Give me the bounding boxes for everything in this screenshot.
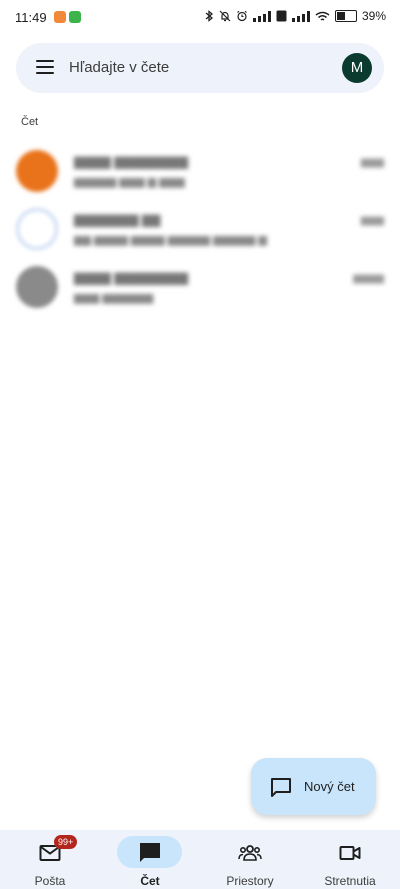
tab-meet[interactable]: Stretnutia — [300, 830, 400, 889]
video-camera-icon — [339, 846, 361, 860]
chat-preview: ▆▆▆▆▆ ▆▆▆ ▆ ▆▆▆ — [74, 176, 185, 188]
alarm-icon — [237, 10, 247, 22]
tab-chat[interactable]: Čet — [100, 830, 200, 889]
chat-name: ▇▇▇▇ ▇▇▇▇▇▇▇▇ — [74, 271, 189, 285]
notification-icon — [69, 11, 81, 23]
avatar — [16, 266, 58, 308]
avatar — [16, 150, 58, 192]
bluetooth-icon — [205, 10, 213, 22]
list-item[interactable]: ▇▇▇▇▇▇▇ ▇▇ ▆▆ ▆▆▆▆ ▆▆▆▆ ▆▆▆▆▆ ▆▆▆▆▆ ▆ ▆▆… — [0, 203, 400, 261]
chat-time: ▆▆▆ — [360, 215, 384, 226]
tab-meet-label: Stretnutia — [324, 874, 376, 888]
chat-name: ▇▇▇▇ ▇▇▇▇▇▇▇▇ — [74, 155, 189, 169]
battery-icon — [334, 10, 357, 22]
new-chat-button[interactable]: Nový čet — [251, 758, 376, 815]
chat-time: ▆▆▆ — [360, 157, 384, 168]
bottom-nav: 99+ Pošta Čet Priestory Stretnutia — [0, 830, 400, 889]
signal-icon — [291, 10, 310, 22]
list-item[interactable]: ▇▇▇▇ ▇▇▇▇▇▇▇▇ ▆▆▆ ▆▆▆▆▆▆ ▆▆▆▆ — [0, 261, 400, 319]
tab-chat-label: Čet — [140, 874, 160, 888]
chat-bubble-icon — [271, 778, 291, 797]
notification-icon — [54, 11, 66, 23]
chat-preview: ▆▆▆ ▆▆▆▆▆▆ — [74, 292, 154, 304]
search-bar[interactable]: Hľadajte v čete M — [16, 43, 384, 93]
new-chat-label: Nový čet — [304, 779, 355, 794]
avatar — [16, 208, 58, 250]
wifi-icon — [315, 11, 330, 21]
tab-mail-label: Pošta — [34, 874, 66, 888]
chat-preview: ▆▆ ▆▆▆▆ ▆▆▆▆ ▆▆▆▆▆ ▆▆▆▆▆ ▆ — [74, 234, 267, 246]
menu-icon[interactable] — [36, 60, 54, 74]
search-input[interactable]: Hľadajte v čete — [69, 59, 169, 76]
section-label: Čet — [21, 116, 39, 128]
tab-spaces[interactable]: Priestory — [200, 830, 300, 889]
chat-list: ▇▇▇▇ ▇▇▇▇▇▇▇▇ ▆▆▆▆▆ ▆▆▆ ▆ ▆▆▆ ▆▆▆ ▇▇▇▇▇▇… — [0, 145, 400, 319]
tab-spaces-label: Priestory — [226, 874, 274, 888]
tab-mail[interactable]: 99+ Pošta — [0, 830, 100, 889]
status-icons: 39% — [204, 9, 386, 23]
sim-icon — [276, 10, 287, 22]
people-icon — [238, 845, 262, 861]
account-avatar[interactable]: M — [342, 53, 372, 83]
chat-name: ▇▇▇▇▇▇▇ ▇▇ — [74, 213, 161, 227]
chat-time: ▆▆▆▆ — [353, 273, 384, 284]
status-bar: 11:49 39% — [0, 0, 400, 36]
battery-percent: 39% — [361, 9, 386, 23]
chat-icon — [140, 843, 160, 862]
bell-off-icon — [219, 10, 231, 22]
list-item[interactable]: ▇▇▇▇ ▇▇▇▇▇▇▇▇ ▆▆▆▆▆ ▆▆▆ ▆ ▆▆▆ ▆▆▆ — [0, 145, 400, 203]
signal-icon — [252, 10, 271, 22]
status-time: 11:49 — [15, 10, 47, 25]
mail-badge: 99+ — [54, 835, 78, 849]
